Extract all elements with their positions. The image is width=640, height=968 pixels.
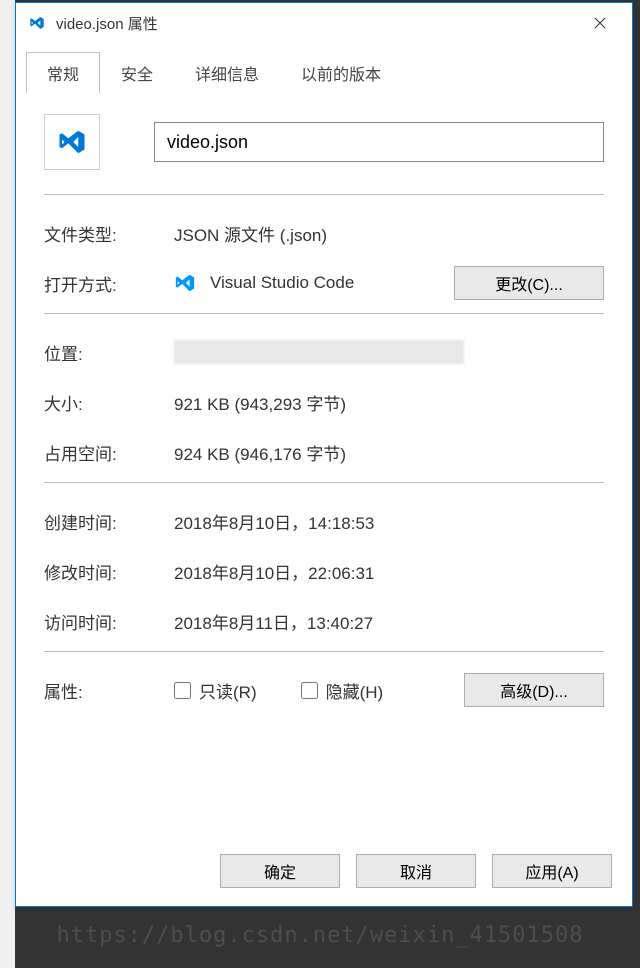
value-accessed: 2018年8月11日，13:40:27 bbox=[174, 609, 604, 634]
window-title: video.json 属性 bbox=[56, 13, 580, 34]
close-icon bbox=[594, 17, 606, 29]
hidden-label: 隐藏(H) bbox=[326, 678, 384, 703]
value-location-redacted bbox=[174, 340, 464, 364]
background-fragment bbox=[0, 0, 15, 968]
tab-content-general: 文件类型: JSON 源文件 (.json) 打开方式: Visual Stud… bbox=[16, 94, 632, 840]
tab-security[interactable]: 安全 bbox=[100, 52, 174, 94]
divider bbox=[44, 313, 604, 314]
vscode-app-icon bbox=[174, 272, 196, 294]
label-openwith: 打开方式: bbox=[44, 271, 174, 296]
label-modified: 修改时间: bbox=[44, 559, 174, 584]
tab-bar: 常规 安全 详细信息 以前的版本 bbox=[16, 51, 632, 93]
change-button[interactable]: 更改(C)... bbox=[454, 266, 604, 300]
divider bbox=[44, 651, 604, 652]
filename-input[interactable] bbox=[154, 122, 604, 162]
vscode-icon bbox=[28, 14, 46, 32]
readonly-checkbox[interactable] bbox=[174, 682, 191, 699]
file-icon bbox=[44, 114, 100, 170]
label-attributes: 属性: bbox=[44, 678, 174, 703]
divider bbox=[44, 194, 604, 195]
titlebar[interactable]: video.json 属性 bbox=[16, 3, 632, 43]
advanced-button[interactable]: 高级(D)... bbox=[464, 673, 604, 707]
ok-button[interactable]: 确定 bbox=[220, 854, 340, 888]
cancel-button[interactable]: 取消 bbox=[356, 854, 476, 888]
dialog-buttons: 确定 取消 应用(A) bbox=[16, 840, 632, 906]
label-created: 创建时间: bbox=[44, 509, 174, 534]
label-location: 位置: bbox=[44, 340, 174, 365]
label-filetype: 文件类型: bbox=[44, 221, 174, 246]
value-sizeondisk: 924 KB (946,176 字节) bbox=[174, 440, 604, 465]
value-openwith: Visual Studio Code bbox=[210, 273, 354, 293]
label-accessed: 访问时间: bbox=[44, 609, 174, 634]
value-size: 921 KB (943,293 字节) bbox=[174, 390, 604, 415]
apply-button[interactable]: 应用(A) bbox=[492, 854, 612, 888]
tab-general[interactable]: 常规 bbox=[26, 52, 100, 94]
value-filetype: JSON 源文件 (.json) bbox=[174, 221, 604, 246]
readonly-checkbox-wrap[interactable]: 只读(R) bbox=[174, 678, 257, 703]
hidden-checkbox[interactable] bbox=[301, 682, 318, 699]
value-modified: 2018年8月10日，22:06:31 bbox=[174, 559, 604, 584]
value-created: 2018年8月10日，14:18:53 bbox=[174, 509, 604, 534]
close-button[interactable] bbox=[580, 8, 620, 38]
label-sizeondisk: 占用空间: bbox=[44, 440, 174, 465]
watermark-text: https://blog.csdn.net/weixin_41501508 bbox=[56, 923, 583, 948]
tab-previous-versions[interactable]: 以前的版本 bbox=[280, 52, 402, 94]
properties-dialog: video.json 属性 常规 安全 详细信息 以前的版本 文件类型: JSO… bbox=[15, 2, 633, 907]
divider bbox=[44, 482, 604, 483]
hidden-checkbox-wrap[interactable]: 隐藏(H) bbox=[301, 678, 384, 703]
label-size: 大小: bbox=[44, 390, 174, 415]
readonly-label: 只读(R) bbox=[199, 678, 257, 703]
tab-details[interactable]: 详细信息 bbox=[174, 52, 280, 94]
